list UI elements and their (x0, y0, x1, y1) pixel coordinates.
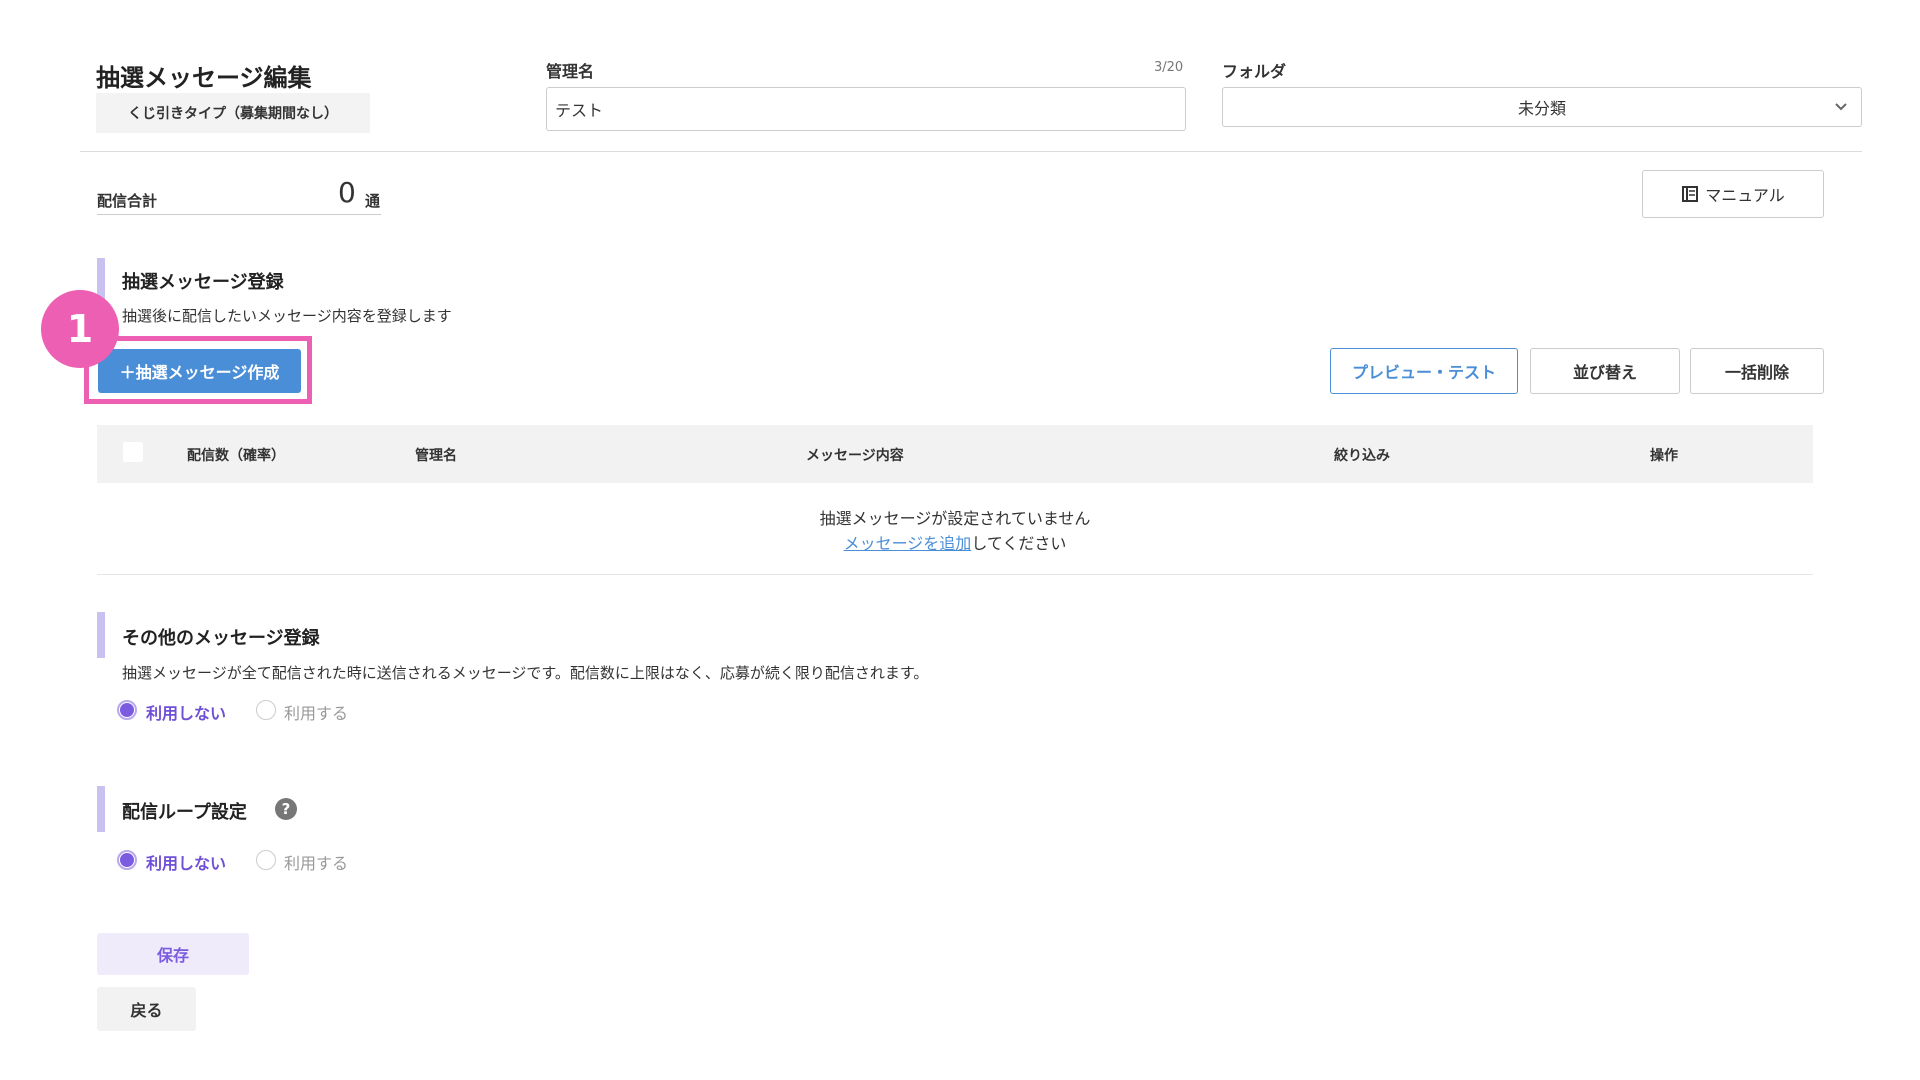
total-underline (97, 214, 381, 215)
column-header-message-content: メッセージ内容 (806, 448, 904, 464)
total-label: 配信合計 (97, 192, 158, 210)
folder-select[interactable]: 未分類 (1222, 87, 1862, 127)
help-icon[interactable]: ? (275, 798, 297, 820)
lottery-section-title: 抽選メッセージ登録 (122, 272, 284, 293)
book-icon (1682, 186, 1699, 202)
back-button[interactable]: 戻る (97, 987, 196, 1031)
section-accent-bar (97, 786, 105, 832)
empty-state-suffix: してください (971, 534, 1067, 553)
other-radio-not-use-label[interactable]: 利用しない (146, 700, 226, 724)
type-badge: くじ引きタイプ（募集期間なし） (96, 93, 370, 133)
other-radio-use-label[interactable]: 利用する (284, 700, 348, 724)
name-counter: 3/20 (1154, 60, 1184, 75)
table-header (97, 425, 1813, 483)
total-value: 0 (338, 176, 356, 209)
empty-state-message: 抽選メッセージが設定されていません (819, 509, 1091, 528)
loop-radio-not-use[interactable] (117, 850, 137, 870)
name-input[interactable]: テスト (546, 87, 1186, 131)
empty-state-hint: メッセージを追加してください (97, 530, 1813, 554)
name-label: 管理名 (546, 62, 595, 81)
loop-radio-use-label[interactable]: 利用する (284, 850, 348, 874)
bulk-delete-button[interactable]: 一括削除 (1690, 348, 1824, 394)
folder-select-value: 未分類 (1517, 99, 1566, 118)
select-all-checkbox[interactable] (123, 442, 143, 462)
other-radio-not-use[interactable] (117, 700, 137, 720)
loop-radio-use[interactable] (256, 850, 276, 870)
save-button[interactable]: 保存 (97, 933, 249, 975)
column-header-management-name: 管理名 (415, 448, 457, 464)
create-lottery-message-button[interactable]: ＋抽選メッセージ作成 (98, 349, 301, 393)
table-bottom-border (97, 574, 1813, 575)
other-section-title: その他のメッセージ登録 (122, 628, 320, 649)
total-unit: 通 (365, 192, 381, 210)
section-accent-bar (97, 612, 105, 658)
manual-button-label: マニュアル (1705, 186, 1785, 205)
loop-section-title: 配信ループ設定 (122, 802, 247, 823)
column-header-actions: 操作 (1650, 448, 1678, 464)
loop-radio-not-use-label[interactable]: 利用しない (146, 850, 226, 874)
add-message-link[interactable]: メッセージを追加 (844, 534, 972, 553)
preview-test-button[interactable]: プレビュー・テスト (1330, 348, 1518, 394)
other-section-description: 抽選メッセージが全て配信された時に送信されるメッセージです。配信数に上限はなく、… (122, 664, 929, 682)
manual-button[interactable]: マニュアル (1642, 170, 1824, 218)
column-header-delivery-count: 配信数（確率） (187, 448, 285, 464)
other-radio-use[interactable] (256, 700, 276, 720)
column-header-filter: 絞り込み (1334, 448, 1390, 464)
folder-label: フォルダ (1222, 62, 1287, 81)
chevron-down-icon (1835, 103, 1847, 111)
header-divider (80, 151, 1862, 152)
sort-button[interactable]: 並び替え (1530, 348, 1680, 394)
step-number-badge: 1 (41, 290, 119, 368)
lottery-section-description: 抽選後に配信したいメッセージ内容を登録します (122, 307, 452, 325)
page-title: 抽選メッセージ編集 (96, 64, 312, 92)
